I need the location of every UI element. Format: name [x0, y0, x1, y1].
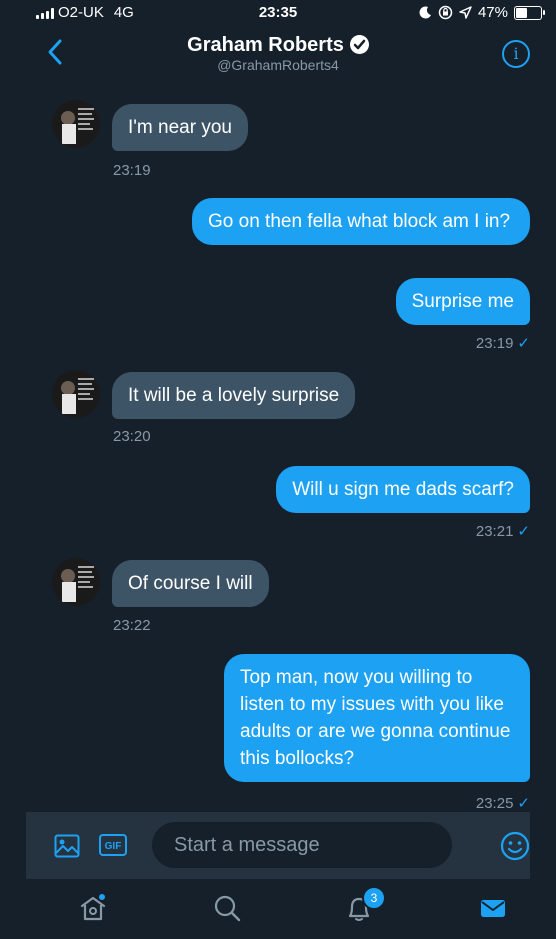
info-icon[interactable]: i	[502, 40, 530, 68]
message-timestamp: 23:20	[113, 428, 151, 445]
notifications-badge: 3	[362, 886, 386, 910]
avatar[interactable]	[52, 100, 100, 148]
read-check-icon: ✓	[517, 795, 530, 812]
outgoing-message[interactable]: Surprise me	[395, 278, 530, 325]
conversation-header: Graham Roberts @GrahamRoberts4 i	[0, 26, 556, 82]
avatar[interactable]	[52, 558, 100, 606]
read-check-icon: ✓	[517, 335, 530, 352]
outgoing-message[interactable]: Go on then fella what block am I in?	[192, 198, 530, 245]
emoji-icon[interactable]	[500, 831, 530, 861]
message-timestamp: 23:19 ✓	[475, 335, 530, 352]
message-timestamp: 23:21 ✓	[475, 523, 530, 540]
avatar[interactable]	[52, 370, 100, 418]
message-timestamp: 23:19	[113, 162, 151, 179]
incoming-message[interactable]: It will be a lovely surprise	[112, 372, 356, 419]
battery-percent: 47%	[477, 4, 508, 21]
location-icon	[459, 6, 472, 19]
message-composer: GIF Start a message	[26, 812, 530, 879]
message-timestamp: 23:22	[113, 617, 151, 634]
search-icon[interactable]	[212, 893, 242, 923]
home-icon[interactable]	[78, 893, 108, 923]
read-check-icon: ✓	[517, 523, 530, 540]
messages-icon[interactable]	[478, 893, 508, 923]
message-input[interactable]: Start a message	[152, 822, 452, 868]
battery-icon	[514, 5, 545, 20]
verified-badge-icon	[349, 35, 369, 54]
message-timestamp: 23:25 ✓	[475, 795, 530, 812]
moon-icon	[419, 6, 431, 19]
contact-handle: @GrahamRoberts4	[217, 57, 339, 73]
image-icon[interactable]	[54, 834, 80, 858]
outgoing-message[interactable]: Top man, now you willing to listen to my…	[224, 654, 530, 782]
incoming-message[interactable]: I'm near you	[112, 104, 248, 151]
message-list[interactable]: I'm near you 23:19 Go on then fella what…	[0, 82, 556, 812]
status-bar: O2-UK 4G 23:35 47%	[0, 0, 556, 26]
rotation-lock-icon	[438, 5, 453, 20]
tab-bar: 3	[26, 879, 530, 939]
outgoing-message[interactable]: Will u sign me dads scarf?	[276, 466, 530, 513]
contact-name: Graham Roberts	[187, 34, 344, 56]
contact-name-row[interactable]: Graham Roberts	[0, 34, 556, 57]
incoming-message[interactable]: Of course I will	[112, 560, 269, 607]
gif-button[interactable]: GIF	[99, 834, 127, 856]
